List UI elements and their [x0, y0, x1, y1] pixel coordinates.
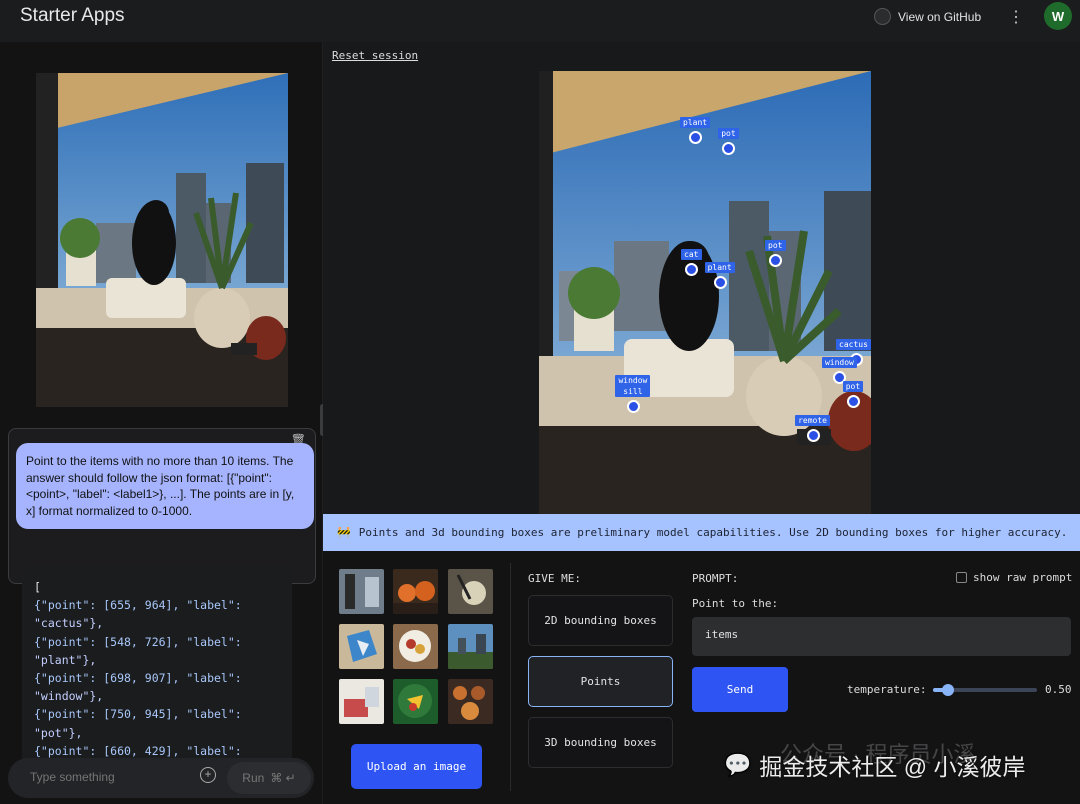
construction-icon: 🚧: [337, 526, 351, 539]
model-response-code: [ {"point": [655, 964], "label": "cactus…: [22, 566, 292, 766]
point-marker: [806, 429, 820, 443]
user-message-bubble: Point to the items with no more than 10 …: [16, 443, 314, 529]
app-title: Starter Apps: [20, 5, 125, 26]
prompt-label: PROMPT:: [692, 572, 739, 585]
mode-3d-bounding-boxes[interactable]: 3D bounding boxes: [528, 717, 673, 768]
example-image-thumbnail[interactable]: [393, 679, 438, 724]
response-line: {"point": [548, 726], "label":: [34, 634, 242, 649]
point-marker: [626, 399, 640, 413]
view-on-github-link[interactable]: View on GitHub: [874, 8, 981, 25]
wechat-icon: 💬: [724, 752, 752, 777]
point-label: window: [821, 356, 857, 368]
response-line: "window"},: [34, 689, 104, 704]
response-line: "plant"},: [34, 652, 97, 667]
temperature-slider[interactable]: [933, 684, 1037, 696]
point-label: remote: [795, 415, 830, 427]
temperature-value: 0.50: [1045, 683, 1072, 696]
point-label: pot: [765, 239, 786, 251]
response-line: "cactus"},: [34, 616, 104, 631]
github-link-label: View on GitHub: [898, 9, 982, 24]
example-image-thumbnail[interactable]: [448, 569, 493, 614]
response-line: [: [34, 580, 41, 594]
mode-2d-bounding-boxes[interactable]: 2D bounding boxes: [528, 595, 673, 646]
divider: [510, 563, 511, 791]
mode-points[interactable]: Points: [528, 656, 673, 707]
example-image-thumbnail[interactable]: [393, 624, 438, 669]
run-button[interactable]: Run ⌘ ↵: [227, 762, 311, 794]
upload-image-button[interactable]: Upload an image: [351, 744, 482, 789]
point-to-label: Point to the:: [692, 597, 779, 610]
top-bar: Starter Apps View on GitHub ⋮ W: [0, 0, 1080, 42]
show-raw-prompt-toggle[interactable]: show raw prompt: [956, 571, 1072, 584]
chat-input-bar: + Run ⌘ ↵: [8, 758, 314, 798]
show-raw-prompt-checkbox[interactable]: [956, 572, 967, 583]
target-items-input[interactable]: items: [692, 617, 1071, 656]
point-label: window sill: [615, 374, 651, 397]
response-line: "pot"},: [34, 725, 83, 740]
example-image-thumbnail[interactable]: [393, 569, 438, 614]
response-line: {"point": [750, 945], "label":: [34, 707, 242, 722]
watermark: 💬 掘金技术社区 @ 小溪彼岸: [724, 748, 1026, 782]
watermark-text: 掘金技术社区 @ 小溪彼岸: [759, 754, 1026, 780]
run-label: Run: [242, 771, 265, 785]
chat-message-card: 🗑 Point to the items with no more than 1…: [8, 428, 316, 584]
send-button[interactable]: Send: [692, 667, 788, 712]
point-label: plant: [704, 262, 735, 274]
banner-text: Points and 3d bounding boxes are prelimi…: [358, 526, 1068, 539]
example-image-thumbnail[interactable]: [339, 624, 384, 669]
point-marker: [769, 253, 783, 267]
more-options-icon[interactable]: ⋮: [1008, 7, 1024, 27]
run-shortcut: ⌘ ↵: [270, 771, 296, 785]
point-label: pot: [842, 381, 864, 393]
point-marker: [846, 395, 860, 409]
point-label: plant: [680, 117, 711, 129]
chat-input[interactable]: [28, 769, 192, 785]
avatar[interactable]: W: [1044, 2, 1072, 30]
point-label: cactus: [836, 338, 871, 350]
temperature-slider-handle[interactable]: [941, 684, 954, 696]
show-raw-prompt-label: show raw prompt: [973, 571, 1073, 584]
point-marker: [722, 141, 736, 155]
temperature-label: temperature:: [847, 683, 927, 696]
point-marker: [689, 131, 703, 145]
example-image-thumbnail[interactable]: [339, 569, 384, 614]
github-icon: [874, 8, 891, 25]
point-marker: [713, 276, 727, 290]
annotation-layer: plant pot cat plant pot cactus window pot window…: [539, 71, 871, 514]
reset-session-link[interactable]: Reset session: [332, 49, 418, 62]
add-attachment-icon[interactable]: +: [200, 767, 216, 783]
point-label: pot: [718, 127, 739, 139]
response-line: {"point": [698, 907], "label":: [34, 671, 242, 686]
response-line: {"point": [655, 964], "label":: [34, 598, 242, 613]
annotated-image: plant pot cat plant pot cactus window pot window…: [539, 71, 871, 514]
main-panel: Reset session plant pot cat plant pot ca…: [323, 42, 1080, 804]
info-banner: 🚧 Points and 3d bounding boxes are preli…: [323, 514, 1080, 551]
point-marker: [685, 262, 699, 276]
example-image-thumbnail[interactable]: [339, 679, 384, 724]
example-image-thumbnail[interactable]: [448, 679, 493, 724]
example-image-thumbnail[interactable]: [448, 624, 493, 669]
chat-panel: 🗑 Point to the items with no more than 1…: [0, 42, 322, 804]
point-label: cat: [681, 248, 702, 260]
uploaded-image-thumbnail: [36, 73, 288, 407]
give-me-label: GIVE ME:: [528, 572, 581, 585]
